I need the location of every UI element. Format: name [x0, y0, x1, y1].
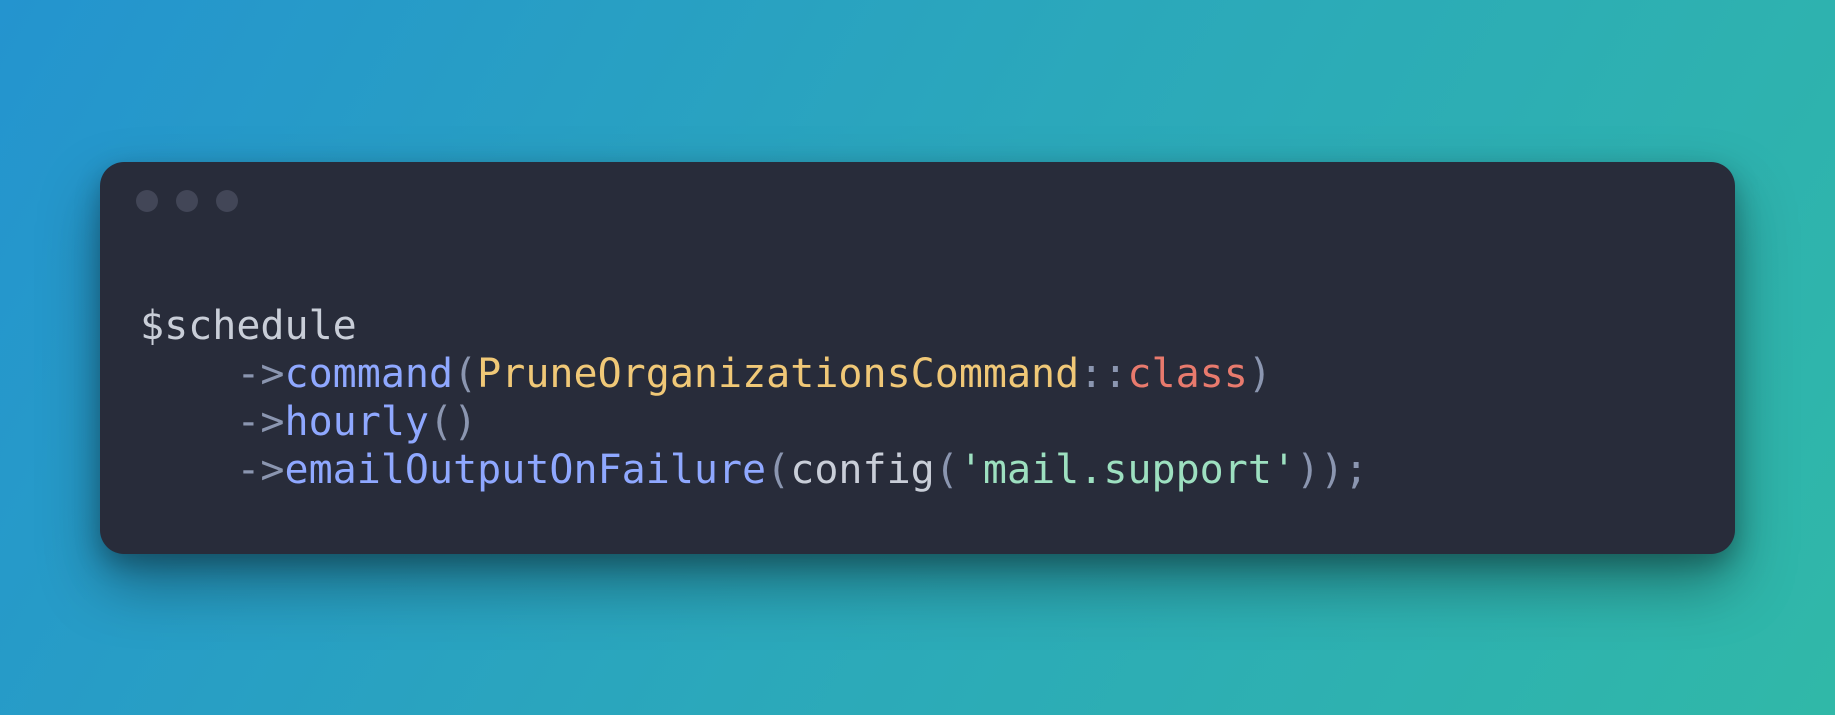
code-string: 'mail.support' [959, 447, 1296, 493]
window-dot-zoom-icon[interactable] [216, 190, 238, 212]
code-arrow: -> [236, 351, 284, 397]
code-func-config: config [790, 447, 935, 493]
code-paren: ) [1320, 447, 1344, 493]
code-scope-op: :: [1079, 351, 1127, 397]
code-paren: ( [935, 447, 959, 493]
code-method-command: command [285, 351, 454, 397]
code-method-emailoutputonfailure: emailOutputOnFailure [285, 447, 767, 493]
window-dot-close-icon[interactable] [136, 190, 158, 212]
window-titlebar [100, 162, 1735, 212]
code-paren: ) [1248, 351, 1272, 397]
code-paren: ( [766, 447, 790, 493]
code-paren: ) [1296, 447, 1320, 493]
code-window: $schedule ->command(PruneOrganizationsCo… [100, 162, 1735, 554]
code-indent [140, 350, 236, 398]
code-method-hourly: hourly [285, 399, 430, 445]
code-arrow: -> [236, 447, 284, 493]
code-paren: ( [429, 399, 453, 445]
code-semicolon: ; [1344, 447, 1368, 493]
code-paren: ) [453, 399, 477, 445]
code-block: $schedule ->command(PruneOrganizationsCo… [100, 212, 1735, 554]
window-dot-minimize-icon[interactable] [176, 190, 198, 212]
code-arrow: -> [236, 399, 284, 445]
code-keyword-class: class [1127, 351, 1247, 397]
code-classname: PruneOrganizationsCommand [477, 351, 1079, 397]
code-paren: ( [453, 351, 477, 397]
code-indent [140, 446, 236, 494]
code-variable: $schedule [140, 303, 357, 349]
code-indent [140, 398, 236, 446]
